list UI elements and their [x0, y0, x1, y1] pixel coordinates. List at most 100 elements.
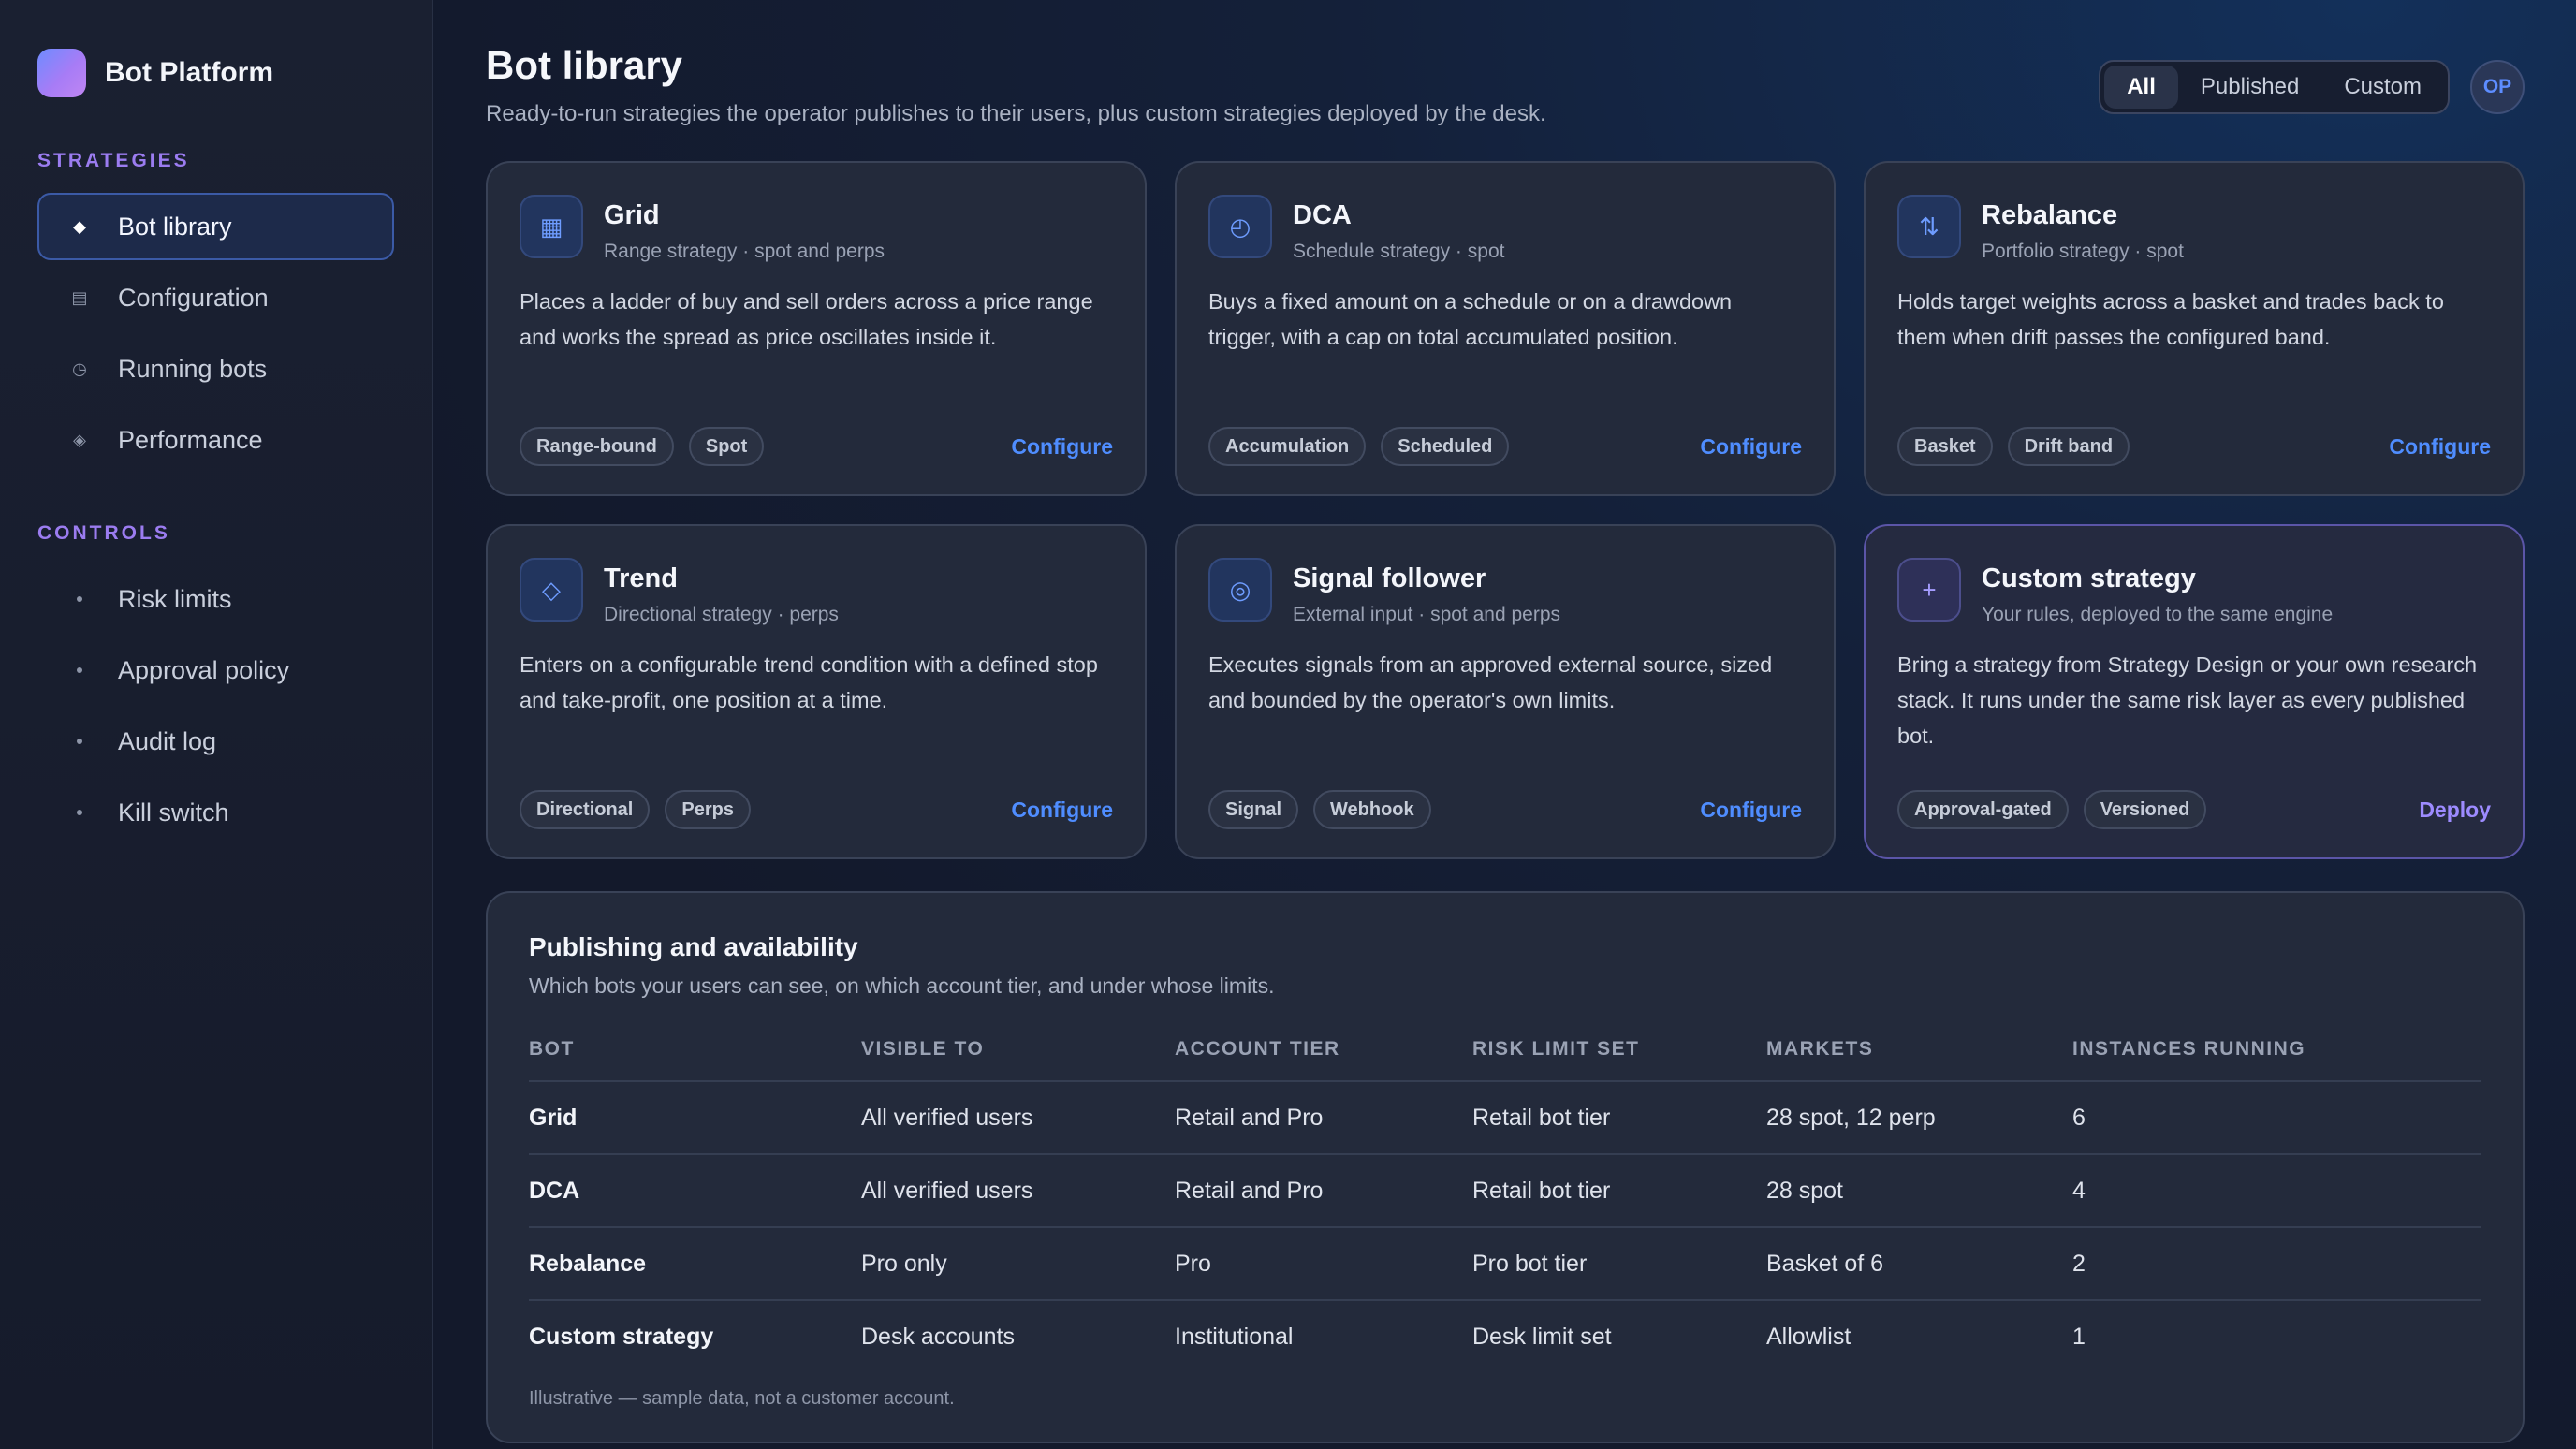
sidebar-item-audit-log[interactable]: Audit log	[37, 708, 394, 775]
table-cell: Institutional	[1175, 1324, 1294, 1350]
tag: Approval-gated	[1897, 790, 2069, 829]
tag: Versioned	[2083, 790, 2207, 829]
panel-title: Publishing and availability	[529, 932, 858, 961]
sidebar-item-performance[interactable]: ◈ Performance	[37, 406, 394, 474]
card-footer: Basket Drift band Configure	[1897, 427, 2491, 466]
table-row[interactable]: Rebalance Pro only Pro Pro bot tier Bask…	[529, 1227, 2481, 1301]
card-description: Buys a fixed amount on a schedule or on …	[1208, 289, 1733, 349]
card-heading: Grid Range strategy · spot and perps	[604, 195, 885, 263]
table-cell: Retail and Pro	[1175, 1081, 1472, 1155]
strategies-section-label: STRATEGIES	[37, 150, 190, 171]
bot-card-signal-follower[interactable]: ◎ Signal follower External input · spot …	[1175, 524, 1836, 859]
sidebar-item-label: Performance	[118, 425, 263, 454]
filter-all-button[interactable]: All	[2104, 66, 2178, 109]
table-cell: 4	[2072, 1154, 2481, 1228]
sidebar-item-label: Audit log	[118, 726, 217, 755]
bot-card-rebalance[interactable]: ⇅ Rebalance Portfolio strategy · spot Ho…	[1864, 161, 2525, 496]
card-footer: Accumulation Scheduled Configure	[1208, 427, 1802, 466]
configure-link[interactable]: Configure	[1700, 434, 1802, 460]
swap-arrows-icon: ⇅	[1897, 195, 1961, 258]
card-footer: Directional Perps Configure	[520, 790, 1113, 829]
card-heading: Signal follower External input · spot an…	[1293, 558, 1560, 626]
table-cell: 28 spot, 12 perp	[1766, 1081, 2072, 1155]
card-heading: Custom strategy Your rules, deployed to …	[1982, 558, 2333, 626]
tag: Drift band	[2007, 427, 2130, 466]
sidebar-item-label: Bot library	[118, 212, 232, 241]
tag: Perps	[665, 790, 751, 829]
card-title: Rebalance	[1982, 200, 2118, 230]
card-title: Signal follower	[1293, 564, 1486, 593]
grid-icon: ▦	[520, 195, 583, 258]
diamond-icon: ◆	[73, 216, 86, 236]
column-header: BOT	[529, 1017, 861, 1082]
brand[interactable]: Bot Platform	[37, 49, 394, 97]
sidebar-item-kill-switch[interactable]: Kill switch	[37, 779, 394, 846]
card-header: ⇅ Rebalance Portfolio strategy · spot	[1897, 195, 2491, 263]
card-tags: Signal Webhook	[1208, 790, 1431, 829]
table-cell: Desk limit set	[1472, 1324, 1612, 1350]
card-title: Custom strategy	[1982, 564, 2196, 593]
strategies-nav: ◆ Bot library ▤ Configuration ◷ Running …	[37, 193, 394, 474]
filter-custom-button[interactable]: Custom	[2321, 66, 2444, 109]
card-subtitle: Your rules, deployed to the same engine	[1982, 604, 2334, 625]
table-cell: Allowlist	[1766, 1324, 1852, 1350]
card-footer: Approval-gated Versioned Deploy	[1897, 790, 2491, 829]
table-cell: All verified users	[861, 1081, 1175, 1155]
controls-section-label: CONTROLS	[37, 522, 170, 544]
header-controls: All Published Custom OP	[2099, 60, 2525, 114]
deploy-link[interactable]: Deploy	[2419, 798, 2491, 823]
tag: Spot	[688, 427, 765, 466]
table-cell: 28 spot	[1766, 1154, 2072, 1228]
card-footer: Signal Webhook Configure	[1208, 790, 1802, 829]
table-cell: Retail bot tier	[1472, 1154, 1766, 1228]
bot-card-trend[interactable]: ◇ Trend Directional strategy · perps Ent…	[486, 524, 1147, 859]
table-cell: All verified users	[861, 1154, 1175, 1228]
clock-icon: ◴	[1208, 195, 1272, 258]
table-cell: Pro only	[861, 1227, 1175, 1301]
sidebar-item-label: Running bots	[118, 354, 268, 383]
table-cell: Rebalance	[529, 1227, 861, 1301]
bullet-icon	[69, 667, 90, 673]
card-subtitle: Directional strategy · perps	[604, 604, 839, 625]
bot-card-grid[interactable]: ▦ Grid Range strategy · spot and perps P…	[486, 161, 1147, 496]
configure-link[interactable]: Configure	[2389, 434, 2491, 460]
sidebar-item-approval-policy[interactable]: Approval policy	[37, 637, 394, 704]
card-header: ▦ Grid Range strategy · spot and perps	[520, 195, 1113, 263]
table-row[interactable]: Grid All verified users Retail and Pro R…	[529, 1081, 2481, 1155]
table-cell: Pro	[1175, 1227, 1472, 1301]
table-cell: 2	[2072, 1227, 2481, 1301]
table-cell: Basket of 6	[1766, 1227, 2072, 1301]
card-heading: Rebalance Portfolio strategy · spot	[1982, 195, 2184, 263]
brand-logo	[37, 49, 86, 97]
list-icon: ▤	[71, 287, 88, 307]
table-row[interactable]: Custom strategy Desk accounts Institutio…	[529, 1300, 2481, 1373]
tag: Basket	[1897, 427, 1993, 466]
avatar[interactable]: OP	[2470, 60, 2525, 114]
tag: Accumulation	[1208, 427, 1367, 466]
card-description: Enters on a configurable trend condition…	[520, 652, 1098, 712]
card-header: ◇ Trend Directional strategy · perps	[520, 558, 1113, 626]
column-header: RISK LIMIT SET	[1472, 1017, 1766, 1082]
card-tags: Basket Drift band	[1897, 427, 2130, 466]
tag: Range-bound	[520, 427, 674, 466]
configure-link[interactable]: Configure	[1700, 798, 1802, 823]
filter-published-button[interactable]: Published	[2178, 66, 2321, 109]
bot-card-custom-strategy[interactable]: + Custom strategy Your rules, deployed t…	[1864, 524, 2525, 859]
publishing-panel: Publishing and availability Which bots y…	[486, 891, 2525, 1443]
card-header: ◎ Signal follower External input · spot …	[1208, 558, 1802, 626]
diamond-icon: ◇	[520, 558, 583, 622]
controls-nav: Risk limits Approval policy Audit log Ki…	[37, 565, 394, 846]
configure-link[interactable]: Configure	[1011, 434, 1113, 460]
sidebar-item-risk-limits[interactable]: Risk limits	[37, 565, 394, 633]
sidebar: Bot Platform STRATEGIES ◆ Bot library ▤ …	[0, 0, 433, 1449]
table-cell: Pro bot tier	[1472, 1227, 1766, 1301]
bot-card-dca[interactable]: ◴ DCA Schedule strategy · spot Buys a fi…	[1175, 161, 1836, 496]
card-footer: Range-bound Spot Configure	[520, 427, 1113, 466]
card-tags: Range-bound Spot	[520, 427, 765, 466]
card-description: Places a ladder of buy and sell orders a…	[520, 289, 1093, 349]
configure-link[interactable]: Configure	[1011, 798, 1113, 823]
sidebar-item-running-bots[interactable]: ◷ Running bots	[37, 335, 394, 402]
sidebar-item-configuration[interactable]: ▤ Configuration	[37, 264, 394, 331]
table-row[interactable]: DCA All verified users Retail and Pro Re…	[529, 1154, 2481, 1228]
sidebar-item-bot-library[interactable]: ◆ Bot library	[37, 193, 394, 260]
